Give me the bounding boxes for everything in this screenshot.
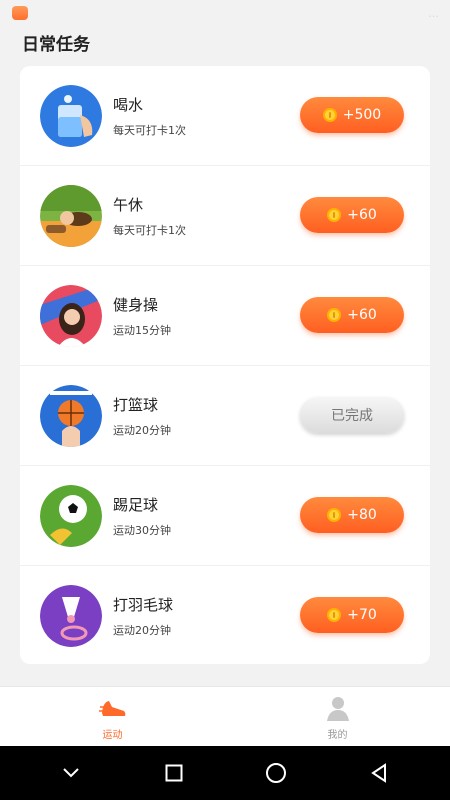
page-title: 日常任务 — [22, 35, 90, 55]
water-icon — [40, 85, 102, 147]
task-row-nap: 午休 每天可打卡1次 +60 — [20, 166, 430, 266]
bottom-tab-bar: 运动 我的 — [0, 686, 450, 746]
reward-label: +60 — [347, 207, 377, 223]
nav-recents-button[interactable] — [154, 753, 194, 793]
coin-icon — [327, 208, 342, 222]
claim-reward-button[interactable]: +70 — [300, 597, 404, 633]
task-name: 健身操 — [113, 296, 159, 314]
tab-label: 运动 — [102, 729, 123, 741]
task-name: 打篮球 — [113, 396, 159, 414]
nap-icon — [40, 185, 102, 247]
status-indicators: … — [428, 6, 440, 20]
app-notification-icon — [12, 6, 28, 20]
aerobics-icon — [40, 285, 102, 347]
task-row-aerobics: 健身操 运动15分钟 +60 — [20, 266, 430, 366]
reward-label: +60 — [347, 307, 377, 323]
badminton-icon — [40, 585, 102, 647]
task-list: 喝水 每天可打卡1次 +500 午休 每天可打卡1次 +60 健身操 运动15分… — [20, 66, 430, 664]
triangle-back-icon — [370, 763, 386, 783]
task-description: 运动20分钟 — [113, 424, 171, 437]
nav-home-button[interactable] — [256, 753, 296, 793]
coin-icon — [327, 308, 342, 322]
task-description: 每天可打卡1次 — [113, 124, 186, 137]
task-description: 每天可打卡1次 — [113, 224, 186, 237]
status-bar: … — [0, 0, 450, 26]
nav-hide-button[interactable] — [51, 753, 91, 793]
task-row-basketball: 打篮球 运动20分钟 已完成 — [20, 366, 430, 466]
chevron-down-icon — [63, 768, 79, 778]
task-row-soccer: 踢足球 运动30分钟 +80 — [20, 466, 430, 566]
circle-icon — [266, 763, 287, 783]
claim-reward-button[interactable]: +80 — [300, 497, 404, 533]
reward-label: +70 — [347, 607, 377, 623]
system-navigation-bar — [0, 746, 450, 800]
claim-reward-button[interactable]: +500 — [300, 97, 404, 133]
profile-icon — [326, 696, 349, 721]
task-description: 运动15分钟 — [113, 324, 171, 337]
soccer-icon — [40, 485, 102, 547]
sneaker-icon — [98, 700, 125, 716]
claim-reward-button[interactable]: +60 — [300, 297, 404, 333]
basketball-icon — [40, 385, 102, 447]
coin-icon — [327, 608, 342, 622]
coin-icon — [322, 108, 337, 122]
task-name: 喝水 — [113, 96, 144, 114]
coin-icon — [327, 508, 342, 522]
claim-reward-button[interactable]: +60 — [300, 197, 404, 233]
task-description: 运动20分钟 — [113, 624, 171, 637]
task-description: 运动30分钟 — [113, 524, 171, 537]
nav-back-button[interactable] — [359, 753, 399, 793]
tab-sports[interactable]: 运动 — [0, 687, 225, 746]
task-completed-button: 已完成 — [300, 397, 404, 433]
task-name: 打羽毛球 — [113, 596, 174, 614]
tab-label: 我的 — [327, 729, 348, 741]
task-name: 午休 — [113, 196, 144, 214]
reward-label: +500 — [342, 107, 382, 123]
task-row-badminton: 打羽毛球 运动20分钟 +70 — [20, 566, 430, 666]
task-row-water: 喝水 每天可打卡1次 +500 — [20, 66, 430, 166]
task-name: 踢足球 — [113, 496, 159, 514]
reward-label: +80 — [347, 507, 377, 523]
tab-profile[interactable]: 我的 — [225, 687, 450, 746]
square-icon — [165, 764, 183, 782]
